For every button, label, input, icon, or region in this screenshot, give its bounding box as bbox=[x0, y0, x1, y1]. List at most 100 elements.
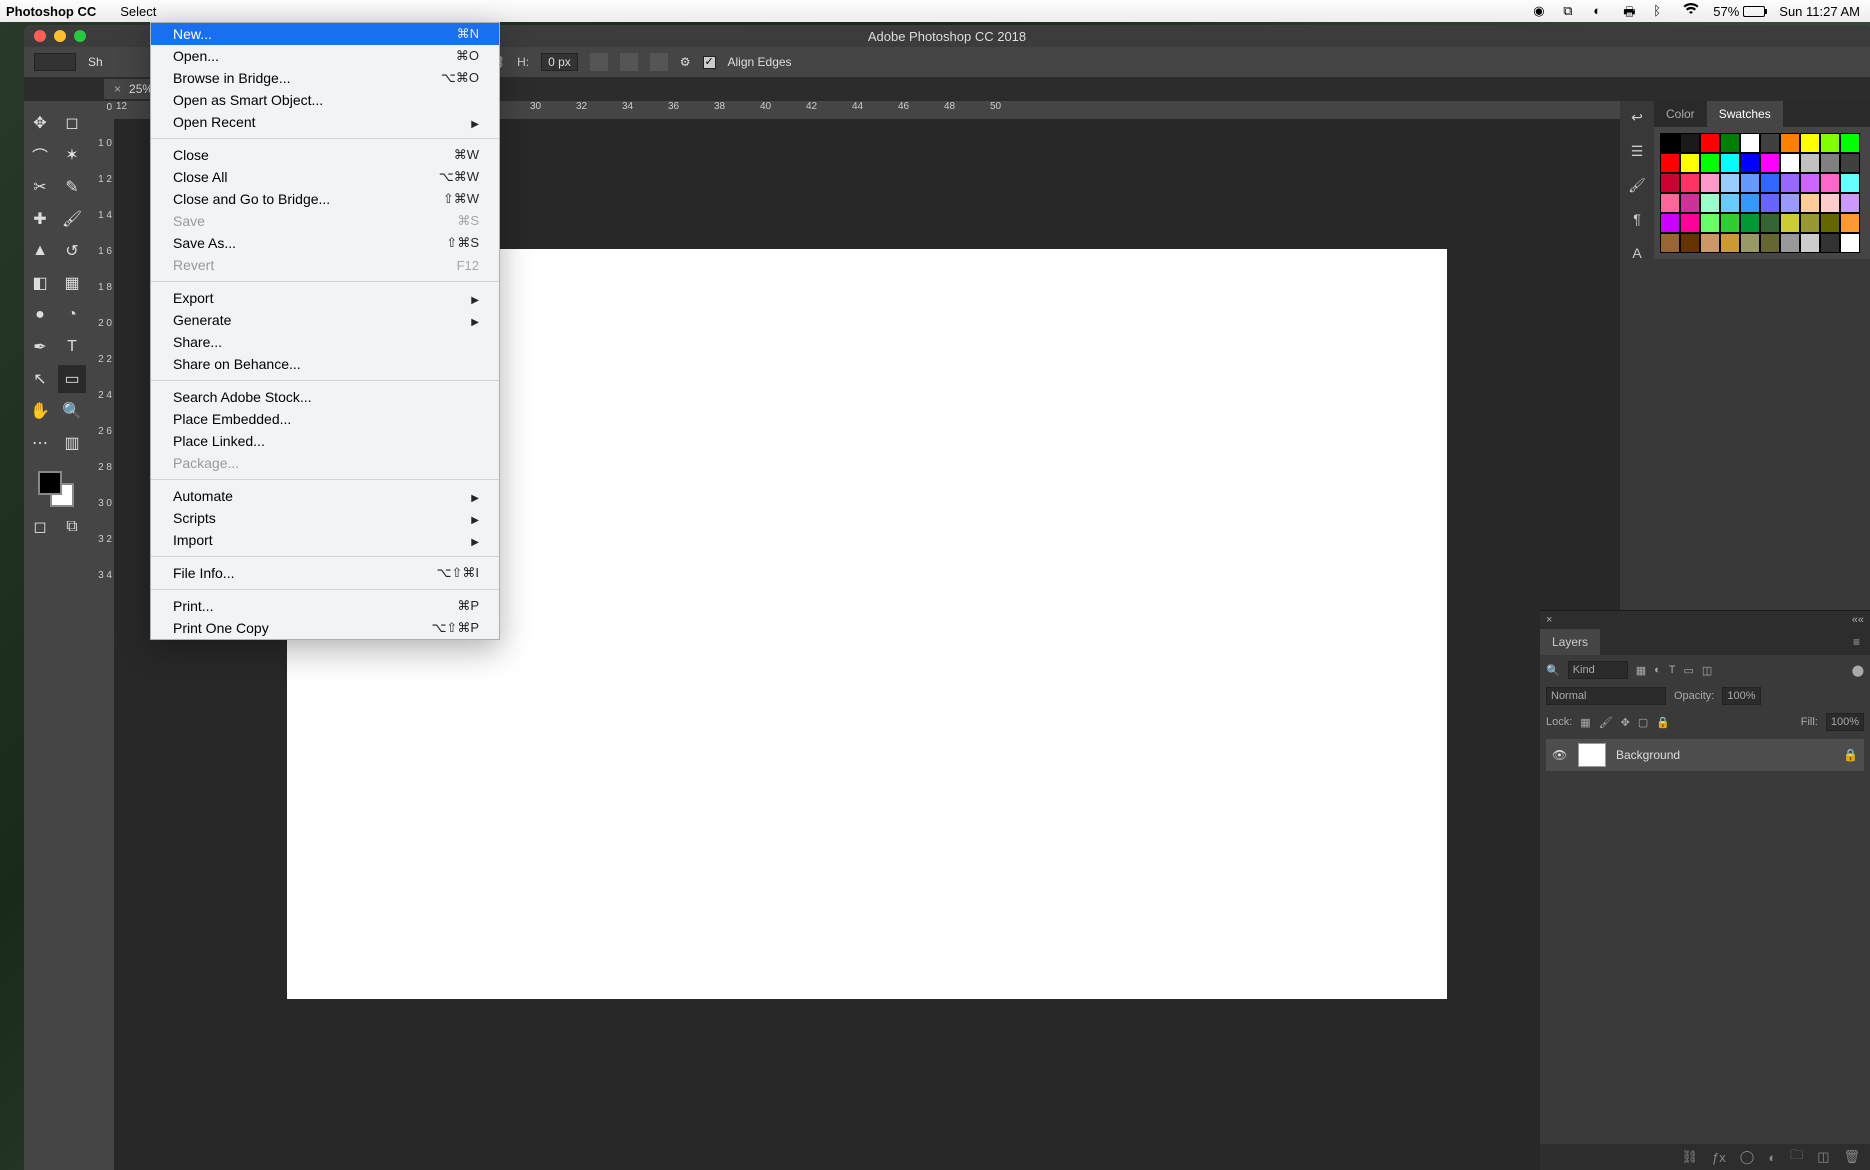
align-icon-3[interactable] bbox=[650, 53, 668, 71]
move-tool[interactable]: ✥ bbox=[26, 109, 54, 137]
swatch[interactable] bbox=[1680, 233, 1700, 253]
swatch[interactable] bbox=[1700, 193, 1720, 213]
filter-kind[interactable]: Kind bbox=[1568, 661, 1628, 679]
swatch[interactable] bbox=[1740, 153, 1760, 173]
menu-item-file-info[interactable]: File Info...⌥⇧⌘I bbox=[151, 562, 499, 584]
lock-position-icon[interactable]: ✥ bbox=[1621, 716, 1630, 729]
lock-paint-icon[interactable]: 🖌 bbox=[1599, 716, 1613, 729]
tab-swatches[interactable]: Swatches bbox=[1707, 101, 1783, 127]
layer-thumbnail[interactable] bbox=[1578, 743, 1606, 767]
tab-color[interactable]: Color bbox=[1654, 101, 1707, 127]
filter-adjust-icon[interactable]: ◐ bbox=[1654, 664, 1661, 676]
dropbox-icon[interactable]: ⧉ bbox=[1563, 3, 1579, 19]
swatch[interactable] bbox=[1780, 133, 1800, 153]
swatch[interactable] bbox=[1840, 213, 1860, 233]
swatch[interactable] bbox=[1780, 173, 1800, 193]
swatch[interactable] bbox=[1800, 133, 1820, 153]
swatch[interactable] bbox=[1800, 153, 1820, 173]
mask-icon[interactable]: ◯ bbox=[1740, 1149, 1755, 1165]
swatch[interactable] bbox=[1680, 213, 1700, 233]
filter-image-icon[interactable]: ▦ bbox=[1636, 664, 1646, 677]
menu-item-close-and-go-to-bridge[interactable]: Close and Go to Bridge...⇧⌘W bbox=[151, 188, 499, 210]
filter-smart-icon[interactable]: ◫ bbox=[1702, 664, 1712, 677]
menu-item-open-as-smart-object[interactable]: Open as Smart Object... bbox=[151, 89, 499, 111]
delete-layer-icon[interactable]: 🗑 bbox=[1843, 1149, 1860, 1165]
menu-item-open[interactable]: Open...⌘O bbox=[151, 45, 499, 67]
foreground-background-color[interactable] bbox=[38, 471, 74, 507]
close-panel-icon[interactable]: × bbox=[1546, 614, 1552, 626]
swatch[interactable] bbox=[1740, 233, 1760, 253]
swatch[interactable] bbox=[1780, 153, 1800, 173]
swatch[interactable] bbox=[1740, 133, 1760, 153]
paragraph-icon[interactable]: ¶ bbox=[1633, 211, 1641, 229]
swatch[interactable] bbox=[1740, 193, 1760, 213]
cc-icon[interactable]: ◉ bbox=[1533, 3, 1549, 19]
rectangle-tool[interactable]: ▭ bbox=[58, 365, 86, 393]
menu-item-search-adobe-stock[interactable]: Search Adobe Stock... bbox=[151, 386, 499, 408]
printer-icon[interactable]: 🖶 bbox=[1623, 3, 1639, 19]
menu-item-open-recent[interactable]: Open Recent bbox=[151, 111, 499, 133]
menu-item-share[interactable]: Share... bbox=[151, 331, 499, 353]
link-layers-icon[interactable]: ⛓ bbox=[1682, 1149, 1699, 1165]
swatch[interactable] bbox=[1760, 233, 1780, 253]
history-icon[interactable]: ↩ bbox=[1631, 109, 1643, 127]
brush-settings-icon[interactable]: 🖌 bbox=[1628, 177, 1646, 195]
swatch[interactable] bbox=[1660, 233, 1680, 253]
pen-tool[interactable]: ✒ bbox=[26, 333, 54, 361]
h-value[interactable]: 0 px bbox=[541, 53, 578, 71]
swatch[interactable] bbox=[1820, 133, 1840, 153]
menu-item-generate[interactable]: Generate bbox=[151, 309, 499, 331]
swatch[interactable] bbox=[1740, 173, 1760, 193]
swatch[interactable] bbox=[1820, 193, 1840, 213]
menu-item-place-linked[interactable]: Place Linked... bbox=[151, 430, 499, 452]
gradient-tool[interactable]: ▦ bbox=[58, 269, 86, 297]
character-icon[interactable]: A bbox=[1632, 245, 1641, 263]
swatch[interactable] bbox=[1780, 193, 1800, 213]
blend-mode[interactable]: Normal bbox=[1546, 687, 1666, 705]
swatch[interactable] bbox=[1840, 153, 1860, 173]
swatch[interactable] bbox=[1720, 193, 1740, 213]
menu-item-place-embedded[interactable]: Place Embedded... bbox=[151, 408, 499, 430]
swatch[interactable] bbox=[1680, 173, 1700, 193]
gear-icon[interactable]: ⚙ bbox=[680, 55, 691, 69]
group-icon[interactable]: 🗀 bbox=[1790, 1146, 1803, 1168]
crop-tool[interactable]: ✂ bbox=[26, 173, 54, 201]
swatch[interactable] bbox=[1820, 233, 1840, 253]
swatch[interactable] bbox=[1820, 173, 1840, 193]
layer-row[interactable]: 👁 Background 🔒 bbox=[1546, 739, 1864, 771]
visibility-icon[interactable]: 👁 bbox=[1552, 748, 1568, 762]
swatch[interactable] bbox=[1720, 173, 1740, 193]
properties-icon[interactable]: ☰ bbox=[1631, 143, 1644, 161]
swatch[interactable] bbox=[1720, 233, 1740, 253]
new-layer-icon[interactable]: ◫ bbox=[1817, 1149, 1829, 1165]
swatch[interactable] bbox=[1780, 233, 1800, 253]
align-edges-checkbox[interactable] bbox=[703, 56, 716, 69]
swatch[interactable] bbox=[1800, 233, 1820, 253]
search-icon[interactable]: 🔍 bbox=[1546, 664, 1560, 677]
swatch[interactable] bbox=[1720, 153, 1740, 173]
swatch[interactable] bbox=[1760, 193, 1780, 213]
swatch[interactable] bbox=[1740, 213, 1760, 233]
close-tab-icon[interactable]: × bbox=[114, 82, 121, 96]
tab-layers[interactable]: Layers bbox=[1540, 629, 1600, 655]
filter-shape-icon[interactable]: ▭ bbox=[1684, 664, 1694, 677]
stamp-tool[interactable]: ▲ bbox=[26, 237, 54, 265]
swatch[interactable] bbox=[1820, 213, 1840, 233]
dodge-tool[interactable]: ◔ bbox=[58, 301, 86, 329]
swatch[interactable] bbox=[1840, 133, 1860, 153]
swatch[interactable] bbox=[1660, 193, 1680, 213]
edit-toolbar[interactable]: ▥ bbox=[58, 429, 86, 457]
swatch[interactable] bbox=[1800, 173, 1820, 193]
swatch[interactable] bbox=[1840, 173, 1860, 193]
clock[interactable]: Sun 11:27 AM bbox=[1779, 4, 1860, 19]
menu-item-automate[interactable]: Automate bbox=[151, 485, 499, 507]
shape-preset[interactable] bbox=[34, 53, 76, 71]
sync-icon[interactable]: ◐ bbox=[1593, 3, 1609, 19]
battery-indicator[interactable]: 57% bbox=[1713, 4, 1765, 19]
swatch[interactable] bbox=[1780, 213, 1800, 233]
swatch[interactable] bbox=[1760, 173, 1780, 193]
menu-item-browse-in-bridge[interactable]: Browse in Bridge...⌥⌘O bbox=[151, 67, 499, 89]
swatch[interactable] bbox=[1800, 213, 1820, 233]
swatch[interactable] bbox=[1660, 133, 1680, 153]
menu-item-close-all[interactable]: Close All⌥⌘W bbox=[151, 166, 499, 188]
